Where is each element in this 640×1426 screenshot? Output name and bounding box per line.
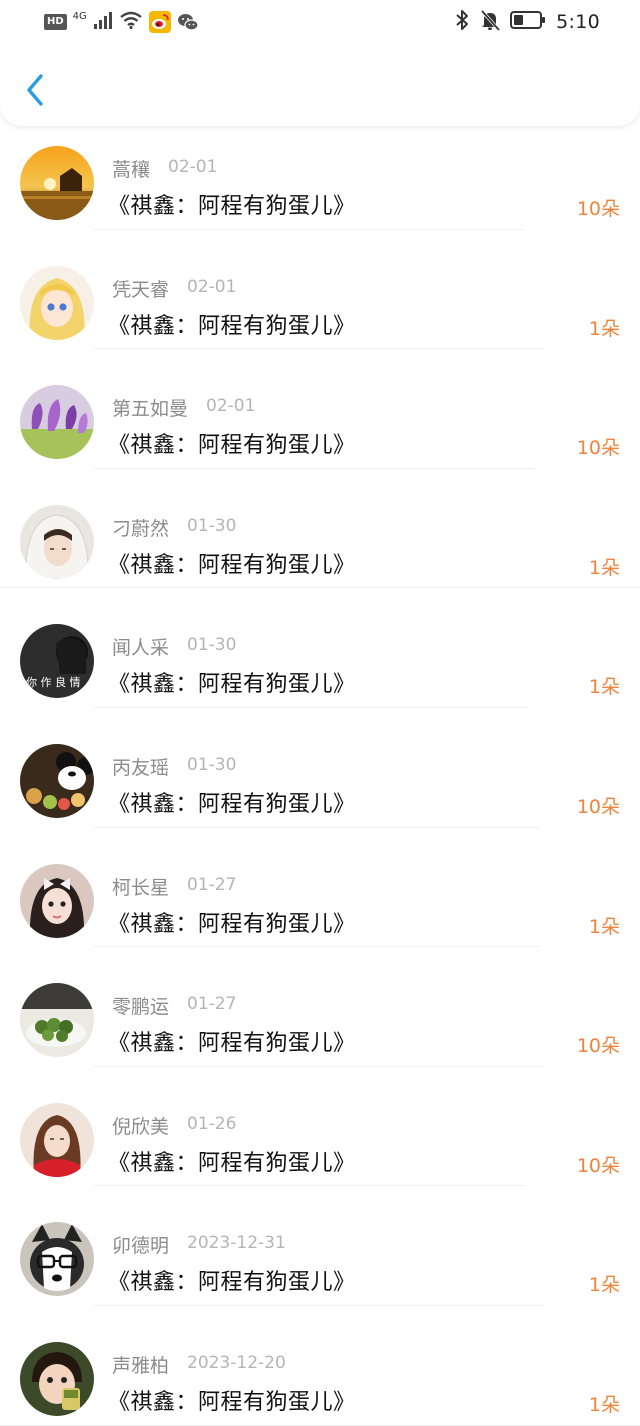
work-title: 《祺鑫：阿程有狗蛋儿》: [108, 1389, 356, 1415]
avatar[interactable]: [20, 265, 94, 340]
flower-count: 1朵: [588, 556, 620, 579]
work-title: 《祺鑫：阿程有狗蛋儿》: [108, 194, 356, 219]
user-name: 闻人采: [112, 637, 170, 660]
record-date: 01-27: [187, 994, 237, 1015]
work-title: 《祺鑫：阿程有狗蛋儿》: [108, 552, 356, 578]
list-item[interactable]: 柯长星 01-27 《祺鑫：阿程有狗蛋儿》 1朵: [0, 828, 640, 948]
chevron-left-icon: [27, 74, 43, 106]
work-title: 《祺鑫：阿程有狗蛋儿》: [108, 791, 356, 817]
user-name: 柯长星: [112, 876, 170, 899]
flower-count: 10朵: [576, 437, 620, 460]
flower-count: 1朵: [588, 1393, 620, 1416]
avatar[interactable]: 你 作 良 情: [20, 624, 94, 699]
work-title: 《祺鑫：阿程有狗蛋儿》: [108, 1031, 356, 1057]
avatar[interactable]: [20, 146, 94, 220]
flower-count: 10朵: [576, 795, 620, 818]
flower-count: 10朵: [576, 1035, 620, 1058]
list-item[interactable]: 凭天睿 02-01 《祺鑫：阿程有狗蛋儿》 1朵: [0, 230, 640, 350]
status-right: 5:10: [454, 9, 600, 35]
record-date: 01-30: [187, 754, 237, 775]
record-date: 2023-12-20: [187, 1352, 286, 1373]
flower-count: 1朵: [588, 1274, 620, 1297]
flower-count: 10朵: [576, 1154, 620, 1177]
avatar[interactable]: [20, 863, 94, 938]
record-date: 01-26: [187, 1113, 237, 1134]
record-date: 02-01: [206, 396, 256, 417]
record-date: 01-30: [187, 515, 237, 536]
record-date: 01-30: [187, 635, 237, 656]
gift-record-list: 蒿穰 02-01 《祺鑫：阿程有狗蛋儿》 10朵 凭天睿 02-01 《祺鑫：阿程有狗蛋儿…: [0, 110, 640, 1426]
work-title: 《祺鑫：阿程有狗蛋儿》: [108, 911, 356, 937]
list-item[interactable]: 倪欣美 01-26 《祺鑫：阿程有狗蛋儿》 10朵: [0, 1067, 640, 1187]
list-item[interactable]: 蒿穰 02-01 《祺鑫：阿程有狗蛋儿》 10朵: [0, 110, 640, 230]
network-type: 4G: [72, 10, 87, 22]
work-title: 《祺鑫：阿程有狗蛋儿》: [108, 672, 356, 698]
flower-count: 1朵: [588, 915, 620, 938]
flower-count: 10朵: [576, 198, 620, 220]
work-title: 《祺鑫：阿程有狗蛋儿》: [108, 313, 356, 339]
user-name: 倪欣美: [112, 1115, 170, 1138]
avatar[interactable]: [20, 385, 94, 460]
wechat-icon: [177, 11, 199, 33]
avatar[interactable]: [20, 743, 94, 818]
battery-icon: [510, 10, 546, 34]
svg-text:你 作 良 情: 你 作 良 情: [26, 675, 81, 689]
record-date: 02-01: [187, 276, 237, 297]
work-title: 《祺鑫：阿程有狗蛋儿》: [108, 1150, 356, 1176]
work-title: 《祺鑫：阿程有狗蛋儿》: [108, 1270, 356, 1296]
flower-count: 1朵: [588, 676, 620, 699]
user-name: 声雅柏: [112, 1354, 170, 1377]
weibo-icon: [148, 11, 171, 33]
hd-indicator: HD: [44, 14, 67, 30]
user-name: 卯德明: [112, 1235, 170, 1258]
status-left: HD 4G: [44, 10, 199, 34]
list-item[interactable]: 卯德明 2023-12-31 《祺鑫：阿程有狗蛋儿》 1朵: [0, 1186, 640, 1306]
user-name: 第五如曼: [112, 398, 189, 421]
record-date: 2023-12-31: [187, 1233, 286, 1254]
mute-bell-icon: [480, 9, 501, 35]
avatar[interactable]: [20, 983, 94, 1058]
list-item[interactable]: 第五如曼 02-01 《祺鑫：阿程有狗蛋儿》 10朵: [0, 349, 640, 469]
avatar[interactable]: [20, 1102, 94, 1177]
row-divider: [0, 1424, 640, 1426]
avatar[interactable]: [20, 1222, 94, 1297]
record-date: 01-27: [187, 874, 237, 895]
user-name: 丙友瑶: [112, 756, 170, 779]
work-title: 《祺鑫：阿程有狗蛋儿》: [108, 433, 356, 459]
user-name: 凭天睿: [112, 278, 170, 301]
clock: 5:10: [556, 11, 600, 33]
user-name: 蒿穰: [112, 159, 151, 181]
back-button[interactable]: [18, 70, 52, 110]
user-name: 刁蔚然: [112, 517, 170, 540]
list-item[interactable]: 声雅柏 2023-12-20 《祺鑫：阿程有狗蛋儿》 1朵: [0, 1306, 640, 1426]
signal-icon: [93, 11, 113, 33]
user-name: 零鹏运: [112, 996, 170, 1019]
list-item[interactable]: 你 作 良 情 闻人采 01-30 《祺鑫：阿程有狗蛋儿》 1朵: [0, 588, 640, 708]
wifi-icon: [119, 11, 143, 33]
top-bar: HD 4G 5:10: [0, 0, 640, 126]
list-item[interactable]: 刁蔚然 01-30 《祺鑫：阿程有狗蛋儿》 1朵: [0, 469, 640, 589]
flower-count: 1朵: [588, 317, 620, 340]
avatar[interactable]: [20, 504, 94, 579]
record-date: 02-01: [168, 157, 218, 177]
avatar[interactable]: [20, 1341, 94, 1416]
list-item[interactable]: 零鹏运 01-27 《祺鑫：阿程有狗蛋儿》 10朵: [0, 947, 640, 1067]
bluetooth-icon: [454, 9, 470, 35]
status-bar: HD 4G 5:10: [0, 0, 640, 44]
list-item[interactable]: 丙友瑶 01-30 《祺鑫：阿程有狗蛋儿》 10朵: [0, 708, 640, 828]
